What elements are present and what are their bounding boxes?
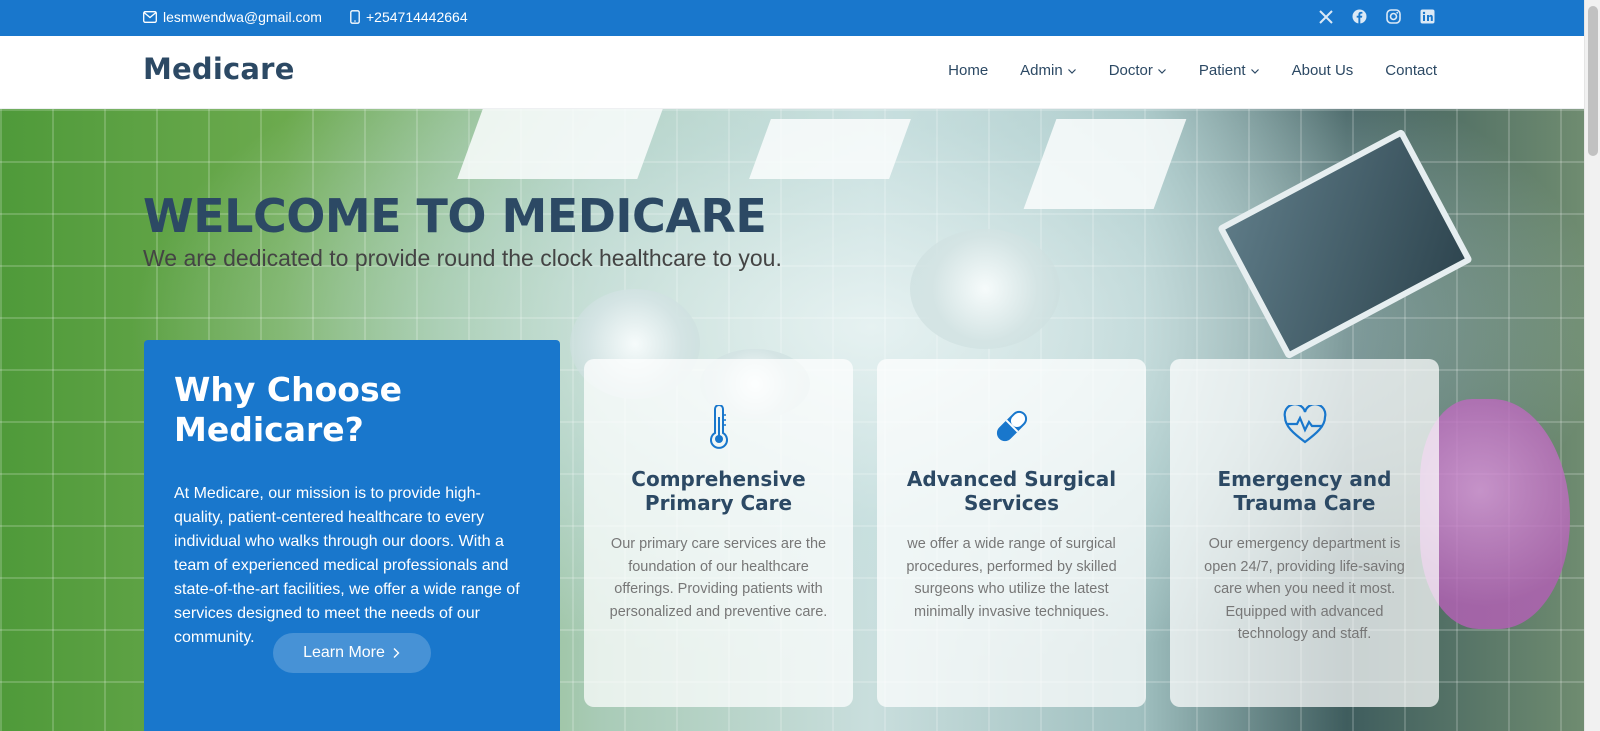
learn-more-button[interactable]: Learn More <box>273 633 431 673</box>
nav-contact-label: Contact <box>1385 62 1437 79</box>
chevron-down-icon <box>1250 68 1259 74</box>
hero-bg-light <box>749 119 911 179</box>
why-choose-box: Why Choose Medicare? At Medicare, our mi… <box>144 340 560 731</box>
nav-home-label: Home <box>948 62 989 79</box>
thermometer-icon <box>608 405 829 451</box>
x-icon[interactable] <box>1318 9 1333 24</box>
nav-patient-label: Patient <box>1198 62 1246 79</box>
card-title: Comprehensive Primary Care <box>631 467 806 515</box>
nav-about-label: About Us <box>1291 62 1354 79</box>
hero-subtitle: We are dedicated to provide round the cl… <box>143 245 782 271</box>
topbar: lesmwendwa@gmail.com +254714442664 <box>0 0 1584 36</box>
service-card: Advanced Surgical Services we offer a wi… <box>877 359 1146 707</box>
phone-icon <box>350 10 360 24</box>
phone-contact[interactable]: +254714442664 <box>350 9 468 25</box>
email-contact[interactable]: lesmwendwa@gmail.com <box>143 9 322 25</box>
why-body: At Medicare, our mission is to provide h… <box>174 485 520 646</box>
learn-more-label: Learn More <box>303 644 385 661</box>
site-logo[interactable]: Medicare <box>143 52 295 86</box>
hero-bg-lamp <box>910 229 1060 349</box>
card-body: Our emergency department is open 24/7, p… <box>1204 536 1405 642</box>
nav-patient[interactable]: Patient <box>1199 62 1260 79</box>
nav-contact[interactable]: Contact <box>1385 62 1437 79</box>
main-nav: Home Admin Doctor Patient About Us Conta… <box>948 62 1437 79</box>
card-title: Advanced Surgical Services <box>906 467 1117 515</box>
service-card: Emergency and Trauma Care Our emergency … <box>1170 359 1439 707</box>
hero-bg-light <box>457 109 663 179</box>
nav-about[interactable]: About Us <box>1292 62 1354 79</box>
site-header: Medicare Home Admin Doctor Patient About… <box>0 36 1584 109</box>
chevron-down-icon <box>1157 68 1166 74</box>
card-title: Emergency and Trauma Care <box>1217 467 1392 515</box>
nav-doctor[interactable]: Doctor <box>1109 62 1167 79</box>
chevron-down-icon <box>1067 68 1076 74</box>
instagram-icon[interactable] <box>1386 9 1401 24</box>
nav-admin[interactable]: Admin <box>1020 62 1077 79</box>
why-title: Why Choose Medicare? <box>174 370 402 449</box>
hero-section: WELCOME TO MEDICARE We are dedicated to … <box>0 109 1584 731</box>
page-scrollbar[interactable] <box>1584 0 1600 731</box>
nav-admin-label: Admin <box>1020 62 1063 79</box>
social-links <box>1318 9 1435 24</box>
capsule-icon <box>901 405 1122 451</box>
nav-home[interactable]: Home <box>948 62 988 79</box>
hero-title: WELCOME TO MEDICARE <box>143 189 767 243</box>
heart-pulse-icon <box>1194 405 1415 451</box>
envelope-icon <box>143 11 157 23</box>
chevron-right-icon <box>393 648 400 658</box>
email-text: lesmwendwa@gmail.com <box>163 9 322 25</box>
scrollbar-thumb[interactable] <box>1588 6 1598 156</box>
facebook-icon[interactable] <box>1352 9 1367 24</box>
card-body: Our primary care services are the founda… <box>609 536 828 620</box>
nav-doctor-label: Doctor <box>1108 62 1153 79</box>
linkedin-icon[interactable] <box>1420 9 1435 24</box>
service-card: Comprehensive Primary Care Our primary c… <box>584 359 853 707</box>
card-body: we offer a wide range of surgical proced… <box>906 536 1117 620</box>
phone-text: +254714442664 <box>366 9 468 25</box>
